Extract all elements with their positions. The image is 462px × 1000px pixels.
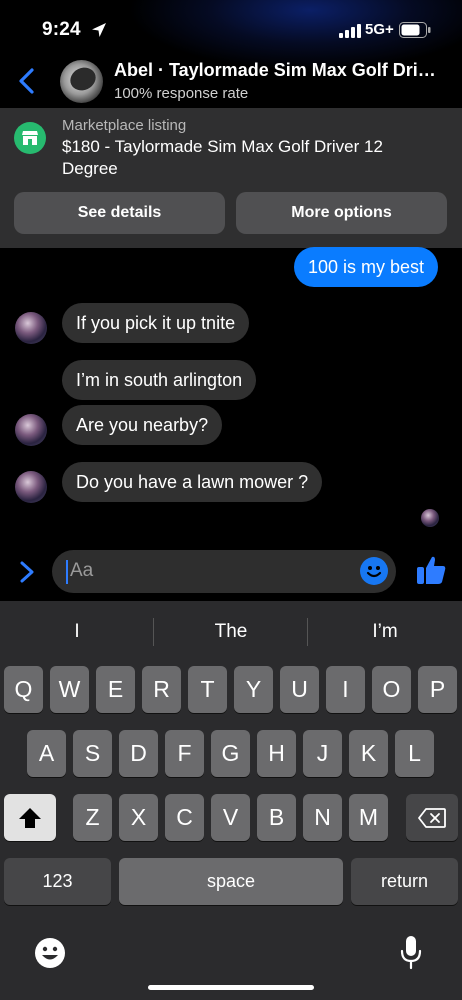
emoji-icon[interactable] (360, 557, 388, 585)
expand-chevron-icon[interactable] (18, 560, 36, 584)
key-l[interactable]: L (395, 730, 434, 777)
key-a[interactable]: A (27, 730, 66, 777)
back-chevron-icon[interactable] (16, 68, 38, 94)
space-key[interactable]: space (119, 858, 343, 905)
message-incoming[interactable]: Do you have a lawn mower ? (62, 462, 323, 502)
status-time: 9:24 (42, 19, 81, 40)
text-caret (66, 560, 68, 584)
conversation-title[interactable]: Abel · Taylormade Sim Max Golf Driver 12… (114, 60, 444, 81)
avatar[interactable] (15, 471, 47, 503)
suggestion-2[interactable]: The (154, 621, 308, 643)
message-incoming[interactable]: Are you nearby? (62, 405, 223, 445)
key-o[interactable]: O (372, 666, 411, 713)
suggestion-3[interactable]: I’m (308, 621, 462, 643)
network-type: 5G+ (365, 21, 394, 38)
home-indicator (148, 985, 314, 990)
key-c[interactable]: C (165, 794, 204, 841)
microphone-icon[interactable] (399, 935, 423, 971)
return-key[interactable]: return (351, 858, 458, 905)
key-i[interactable]: I (326, 666, 365, 713)
key-j[interactable]: J (303, 730, 342, 777)
message-input-placeholder: Aa (70, 560, 94, 581)
key-t[interactable]: T (188, 666, 227, 713)
key-y[interactable]: Y (234, 666, 273, 713)
key-k[interactable]: K (349, 730, 388, 777)
shift-icon (19, 807, 41, 828)
contact-avatar[interactable] (60, 60, 103, 103)
key-v[interactable]: V (211, 794, 250, 841)
listing-label: Marketplace listing (62, 117, 187, 134)
key-n[interactable]: N (303, 794, 342, 841)
listing-title: $180 - Taylormade Sim Max Golf Driver 12… (62, 137, 383, 178)
key-q[interactable]: Q (4, 666, 43, 713)
thumbs-up-icon[interactable] (416, 554, 446, 586)
signal-bars-icon (339, 24, 361, 38)
backspace-key[interactable] (406, 794, 458, 841)
key-u[interactable]: U (280, 666, 319, 713)
key-s[interactable]: S (73, 730, 112, 777)
message-input[interactable] (52, 550, 396, 593)
key-m[interactable]: M (349, 794, 388, 841)
key-w[interactable]: W (50, 666, 89, 713)
key-h[interactable]: H (257, 730, 296, 777)
key-b[interactable]: B (257, 794, 296, 841)
message-incoming[interactable]: I’m in south arlington (62, 360, 257, 400)
response-rate: 100% response rate (114, 85, 249, 102)
message-incoming[interactable]: If you pick it up tnite (62, 303, 250, 343)
message-outgoing[interactable]: 100 is my best (294, 247, 439, 287)
suggestion-1[interactable]: I (0, 621, 154, 643)
avatar[interactable] (15, 414, 47, 446)
emoji-keyboard-icon[interactable] (34, 937, 66, 969)
more-options-button[interactable]: More options (236, 192, 447, 234)
read-receipt-avatar (421, 509, 439, 527)
key-z[interactable]: Z (73, 794, 112, 841)
key-x[interactable]: X (119, 794, 158, 841)
key-p[interactable]: P (418, 666, 457, 713)
battery-icon (399, 22, 431, 38)
backspace-icon (418, 807, 446, 828)
avatar[interactable] (15, 312, 47, 344)
shift-key[interactable] (4, 794, 56, 841)
key-e[interactable]: E (96, 666, 135, 713)
key-d[interactable]: D (119, 730, 158, 777)
key-f[interactable]: F (165, 730, 204, 777)
location-arrow-icon (92, 23, 106, 37)
key-g[interactable]: G (211, 730, 250, 777)
marketplace-shop-icon (14, 122, 46, 154)
numbers-key[interactable]: 123 (4, 858, 111, 905)
key-r[interactable]: R (142, 666, 181, 713)
see-details-button[interactable]: See details (14, 192, 225, 234)
